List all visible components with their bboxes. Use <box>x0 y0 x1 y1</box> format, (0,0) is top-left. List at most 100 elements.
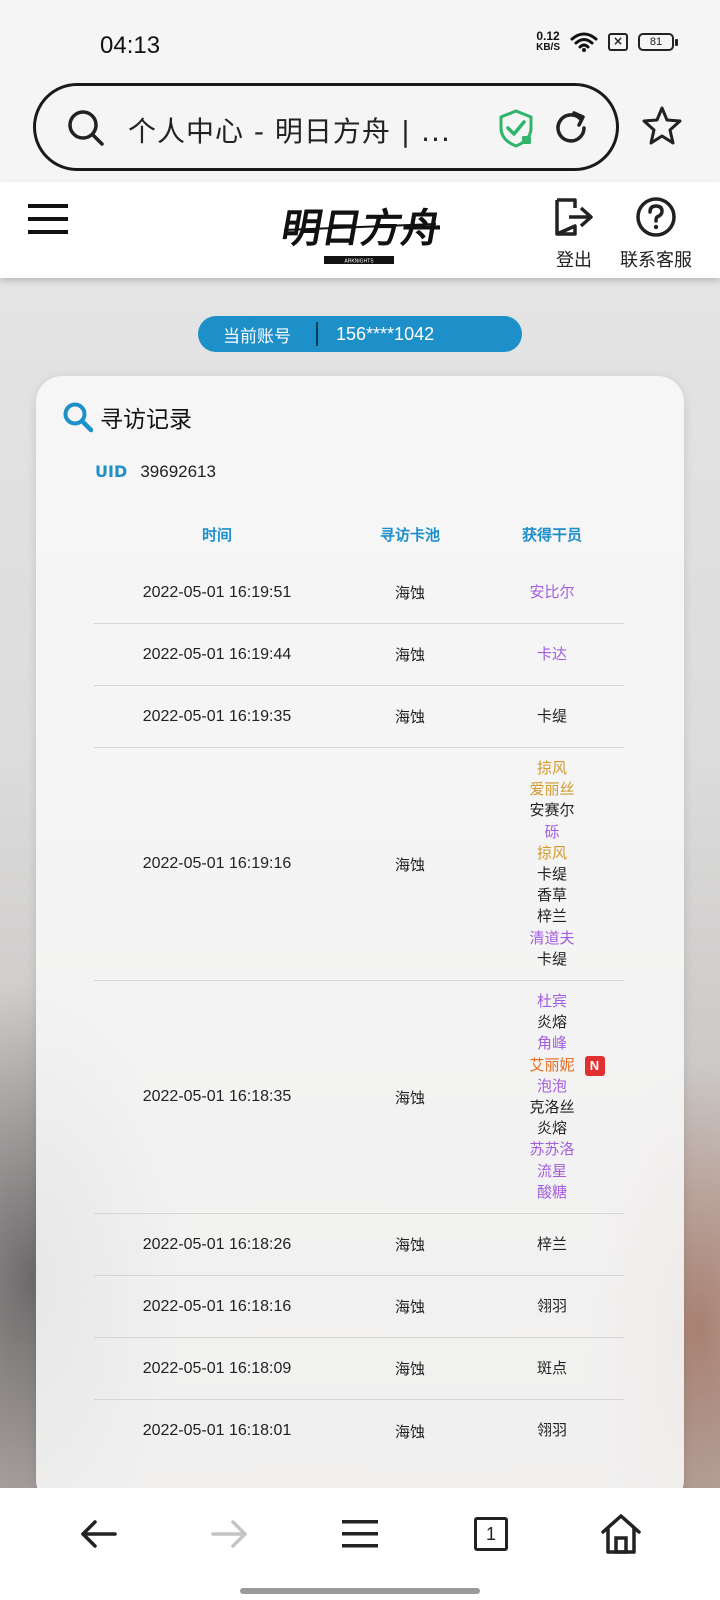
operator-name: 艾丽妮 N <box>529 1055 605 1076</box>
network-speed-unit: KB/S <box>536 42 560 53</box>
url-title: 个人中心 - 明日方舟 | ... <box>128 115 451 148</box>
operator-name-text: 角峰 <box>536 1034 567 1053</box>
cell-time: 2022-05-01 16:18:09 <box>142 1359 292 1377</box>
site-header: 明日方舟 ARKNIGHTS 登出 联系客服 <box>0 182 720 278</box>
cell-operators: 翎羽 <box>480 1420 624 1441</box>
url-bar[interactable]: 个人中心 - 明日方舟 | ... <box>33 83 619 171</box>
browser-bottom-nav: 1 <box>0 1488 720 1600</box>
reload-icon[interactable] <box>550 107 592 149</box>
operator-name-text: 卡缇 <box>536 949 567 968</box>
operator-name: 克洛丝 <box>529 1097 574 1118</box>
forward-arrow-icon[interactable] <box>205 1510 253 1558</box>
logout-label: 登出 <box>556 250 592 271</box>
table-row: 2022-05-01 16:18:01 海蚀 翎羽 <box>94 1400 624 1462</box>
card-title-row: 寻访记录 <box>62 400 192 434</box>
home-icon[interactable] <box>597 1510 645 1558</box>
operator-name: 翎羽 <box>537 1420 567 1441</box>
bookmark-star-icon[interactable] <box>640 104 684 148</box>
headhunt-record-card: 寻访记录 UID 39692613 时间 寻访卡池 获得干员 2022-05-0… <box>36 376 684 1506</box>
operator-name-text: 卡缇 <box>536 865 567 884</box>
operator-name-text: 泡泡 <box>536 1076 567 1095</box>
secure-shield-icon[interactable] <box>496 108 536 148</box>
operator-name: 安赛尔 <box>529 800 574 821</box>
network-speed: 0.12 KB/S <box>536 30 560 54</box>
operator-name-text: 克洛丝 <box>529 1098 575 1117</box>
operator-name: 斑点 <box>537 1358 567 1379</box>
operator-name: 爱丽丝 <box>529 779 574 800</box>
operator-name: 流星 <box>537 1161 567 1182</box>
cell-time: 2022-05-01 16:19:44 <box>142 645 292 663</box>
operator-name: 苏苏洛 <box>529 1139 574 1160</box>
operator-name-text: 砾 <box>544 822 560 841</box>
search-icon <box>63 402 94 433</box>
hamburger-menu-icon[interactable] <box>28 202 68 236</box>
help-icon <box>636 197 676 237</box>
cell-pool: 海蚀 <box>394 1236 425 1255</box>
cell-operators: 杜宾 炎熔 角峰 艾丽妮 N 泡泡 克洛丝 炎熔 苏苏洛 流星 酸糖 <box>480 981 624 1213</box>
operator-name: 掠风 <box>537 843 567 864</box>
cell-time: 2022-05-01 16:18:26 <box>142 1235 292 1253</box>
operator-name-text: 炎熔 <box>536 1119 567 1138</box>
menu-icon[interactable] <box>336 1510 384 1558</box>
column-header-time: 时间 <box>201 525 232 544</box>
operator-name-text: 梓兰 <box>536 1234 567 1253</box>
cell-operators: 安比尔 <box>480 582 624 603</box>
no-sim-icon: × <box>608 33 628 51</box>
operator-name: 角峰 <box>537 1033 567 1054</box>
operator-name: 卡缇 <box>537 706 567 727</box>
operator-name-text: 杜宾 <box>536 992 567 1011</box>
operator-name: 翎羽 <box>537 1296 567 1317</box>
operator-name-text: 酸糖 <box>536 1182 567 1201</box>
current-account-pill: 当前账号 156****1042 <box>198 316 522 352</box>
operator-name: 卡达 <box>537 644 567 665</box>
cell-time: 2022-05-01 16:18:16 <box>142 1297 292 1315</box>
operator-name-text: 安赛尔 <box>529 801 575 820</box>
cell-operators: 卡达 <box>480 644 624 665</box>
cell-pool: 海蚀 <box>394 1088 425 1107</box>
operator-name: 炎熔 <box>537 1012 567 1033</box>
logout-icon <box>555 198 593 236</box>
operator-name-text: 炎熔 <box>536 1013 567 1032</box>
table-body: 2022-05-01 16:19:51 海蚀 安比尔 2022-05-01 16:19… <box>94 562 624 1462</box>
cell-operators: 梓兰 <box>480 1234 624 1255</box>
table-header: 时间 寻访卡池 获得干员 <box>94 506 624 562</box>
home-indicator[interactable] <box>240 1588 480 1594</box>
column-header-operators: 获得干员 <box>521 525 582 544</box>
svg-text:明日方舟: 明日方舟 <box>280 204 440 252</box>
status-icons: 0.12 KB/S × 81 <box>536 30 678 54</box>
customer-service-button[interactable]: 联系客服 <box>618 196 694 272</box>
operator-name-text: 香草 <box>536 886 567 905</box>
cell-operators: 卡缇 <box>480 706 624 727</box>
operator-name: 香草 <box>537 885 567 906</box>
operator-name: 卡缇 <box>537 864 567 885</box>
status-bar: 04:13 0.12 KB/S × 81 <box>0 0 720 82</box>
cell-time: 2022-05-01 16:18:01 <box>142 1422 292 1440</box>
tabs-button[interactable]: 1 <box>467 1510 515 1558</box>
operator-name-text: 掠风 <box>536 759 567 777</box>
operator-name-text: 流星 <box>536 1161 567 1180</box>
customer-service-label: 联系客服 <box>620 250 692 271</box>
account-label: 当前账号 <box>223 326 291 347</box>
cell-time: 2022-05-01 16:19:35 <box>142 707 292 725</box>
operator-name: 泡泡 <box>537 1076 567 1097</box>
operator-name-text: 艾丽妮 <box>529 1055 575 1074</box>
tab-count: 1 <box>485 1523 496 1544</box>
operator-name: 安比尔 <box>529 582 574 603</box>
operator-name: 梓兰 <box>537 1234 567 1255</box>
operator-name-text: 安比尔 <box>529 582 575 601</box>
operator-name: 清道夫 <box>529 928 574 949</box>
cell-pool: 海蚀 <box>394 646 425 664</box>
operator-name-text: 翎羽 <box>536 1296 567 1315</box>
operator-name-text: 卡缇 <box>536 706 567 725</box>
record-table: 时间 寻访卡池 获得干员 2022-05-01 16:19:51 海蚀 安比尔 202… <box>94 506 624 1462</box>
cell-pool: 海蚀 <box>394 1298 425 1317</box>
cell-pool: 海蚀 <box>394 708 425 726</box>
logout-button[interactable]: 登出 <box>548 196 600 272</box>
arknights-logo[interactable]: 明日方舟 ARKNIGHTS <box>280 194 440 268</box>
battery-icon: 81 <box>638 33 678 51</box>
cell-pool: 海蚀 <box>394 584 425 602</box>
operator-name: 酸糖 <box>537 1182 567 1203</box>
back-arrow-icon[interactable] <box>75 1510 123 1558</box>
table-row: 2022-05-01 16:19:35 海蚀 卡缇 <box>94 686 624 748</box>
tabs-icon: 1 <box>474 1517 508 1551</box>
